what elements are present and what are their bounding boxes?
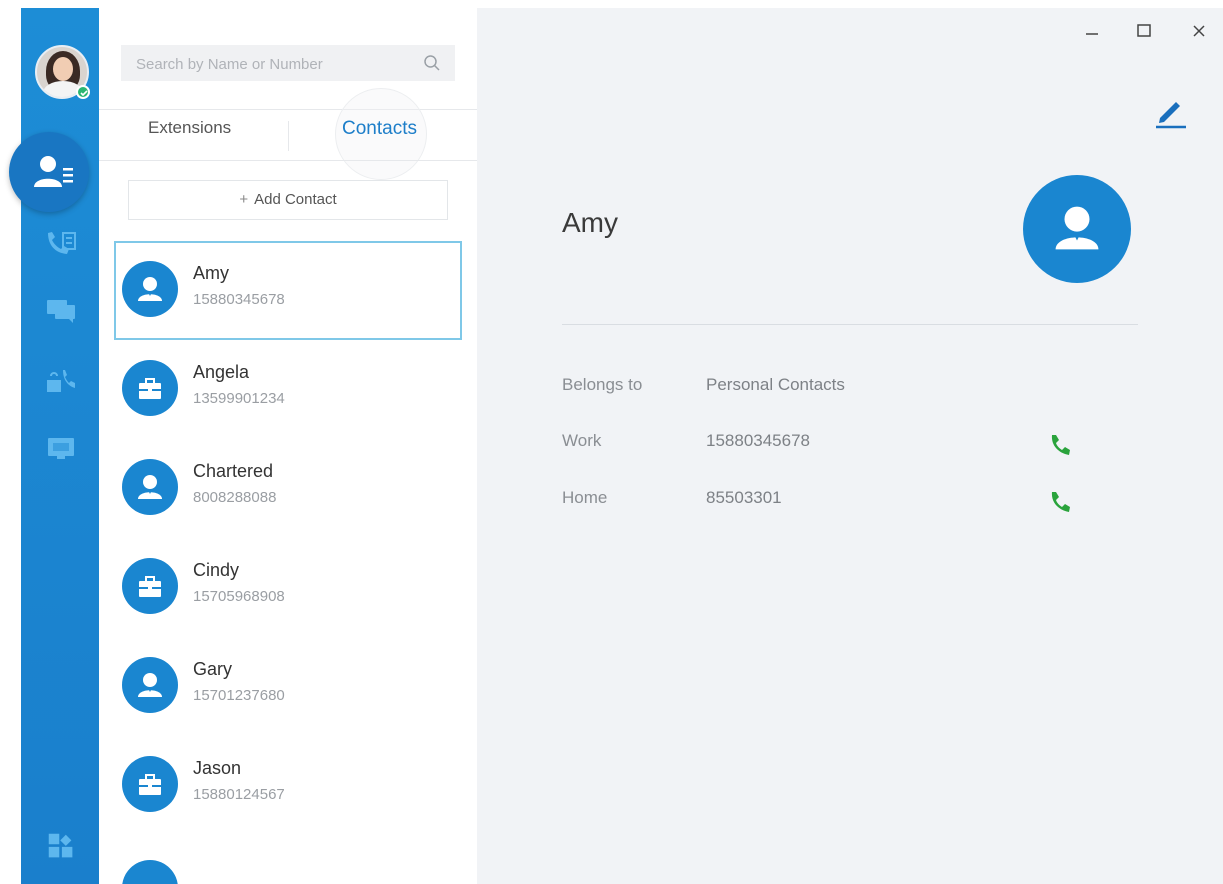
contact-number: 13599901234 bbox=[193, 390, 285, 407]
contact-name: Chartered bbox=[193, 461, 274, 481]
contact-number: 15880124567 bbox=[193, 786, 285, 803]
belongs-to-value: Personal Contacts bbox=[706, 375, 845, 394]
contact-avatar bbox=[122, 360, 178, 416]
edit-icon[interactable] bbox=[1152, 94, 1188, 130]
contact-detail-panel: Amy Belongs to Personal Contacts Work 15… bbox=[477, 8, 1223, 884]
detail-divider bbox=[562, 324, 1138, 325]
phone-number-home: 85503301 bbox=[706, 488, 782, 507]
voicemail-icon[interactable] bbox=[45, 366, 77, 394]
call-icon[interactable] bbox=[1047, 432, 1073, 458]
contact-item-gary[interactable]: Gary 15701237680 bbox=[114, 637, 462, 736]
conference-icon[interactable] bbox=[45, 434, 77, 462]
contact-avatar bbox=[122, 261, 178, 317]
phone-label-work: Work bbox=[562, 431, 602, 450]
add-contact-label: Add Contact bbox=[254, 191, 337, 208]
detail-avatar bbox=[1023, 175, 1131, 283]
contacts-panel: Extensions Contacts + Add Contact Amy 158… bbox=[99, 8, 477, 884]
contact-avatar bbox=[122, 756, 178, 812]
nav-rail bbox=[9, 8, 99, 884]
phone-number-work: 15880345678 bbox=[706, 431, 811, 450]
online-status-icon bbox=[76, 85, 90, 99]
contact-item-amy[interactable]: Amy 15880345678 bbox=[114, 241, 462, 340]
add-contact-button[interactable]: + Add Contact bbox=[128, 180, 448, 220]
nav-contacts[interactable] bbox=[9, 132, 89, 212]
plus-icon: + bbox=[239, 191, 249, 208]
contact-item-angela[interactable]: Angela 13599901234 bbox=[114, 340, 462, 439]
person-icon bbox=[138, 475, 162, 499]
contact-name: Amy bbox=[193, 263, 229, 283]
contact-number: 15880345678 bbox=[193, 291, 285, 308]
company-icon bbox=[139, 378, 161, 399]
call-log-icon[interactable] bbox=[45, 229, 77, 257]
contact-name: Angela bbox=[193, 362, 250, 382]
phone-label-home: Home bbox=[562, 488, 608, 507]
company-icon bbox=[139, 576, 161, 597]
search-input[interactable] bbox=[121, 45, 428, 83]
contact-item-cindy[interactable]: Cindy 15705968908 bbox=[114, 538, 462, 637]
contact-number: 15705968908 bbox=[193, 588, 285, 605]
person-icon bbox=[138, 673, 162, 697]
maximize-icon[interactable] bbox=[1133, 20, 1155, 42]
person-icon bbox=[138, 277, 162, 301]
close-icon[interactable] bbox=[1188, 20, 1210, 42]
tab-contacts[interactable]: Contacts bbox=[342, 118, 417, 140]
call-icon[interactable] bbox=[1047, 489, 1073, 515]
company-icon bbox=[139, 774, 161, 795]
tab-divider bbox=[288, 121, 289, 151]
belongs-to-label: Belongs to bbox=[562, 375, 643, 394]
minimize-icon[interactable] bbox=[1081, 20, 1103, 42]
apps-icon[interactable] bbox=[45, 832, 77, 860]
search-box[interactable] bbox=[121, 45, 455, 83]
contact-number: 15701237680 bbox=[193, 687, 285, 704]
contact-avatar bbox=[122, 657, 178, 713]
contact-avatar bbox=[122, 459, 178, 515]
tab-extensions[interactable]: Extensions bbox=[148, 118, 231, 138]
contact-avatar bbox=[122, 558, 178, 614]
chat-icon[interactable] bbox=[45, 296, 77, 324]
contact-avatar bbox=[122, 860, 178, 884]
divider bbox=[99, 160, 477, 161]
contacts-icon bbox=[34, 156, 73, 187]
contact-item-chartered[interactable]: Chartered 8008288088 bbox=[114, 439, 462, 538]
app-window: Extensions Contacts + Add Contact Amy 158… bbox=[9, 8, 1223, 884]
search-icon[interactable] bbox=[423, 54, 441, 72]
contact-name: Gary bbox=[193, 659, 233, 679]
detail-contact-name: Amy bbox=[562, 207, 618, 238]
contact-number: 8008288088 bbox=[193, 489, 277, 506]
contact-item-jason[interactable]: Jason 15880124567 bbox=[114, 736, 462, 835]
person-icon bbox=[1055, 206, 1099, 250]
contact-name: Jason bbox=[193, 758, 242, 778]
contact-name: Cindy bbox=[193, 560, 240, 580]
